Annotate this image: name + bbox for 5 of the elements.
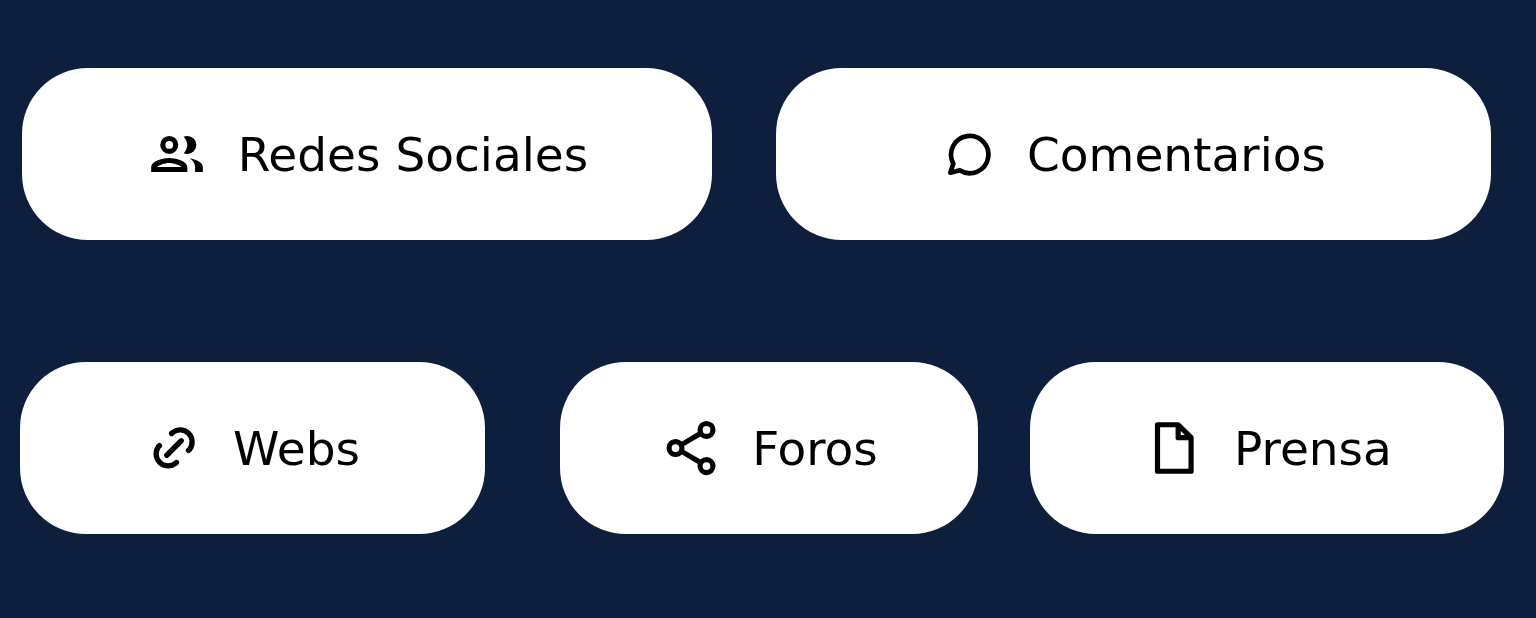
category-button[interactable]: Foros [560, 362, 978, 534]
category-button[interactable]: Redes Sociales [22, 68, 712, 240]
category-button[interactable]: Webs [20, 362, 485, 534]
category-button[interactable]: Comentarios [776, 68, 1491, 240]
category-button[interactable]: Prensa [1030, 362, 1504, 534]
